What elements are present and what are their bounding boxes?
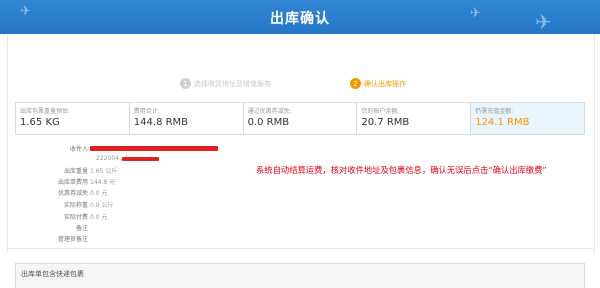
step-number: 2 [350,78,361,89]
detail-row-discount: 优惠券减免 0.0 元 [8,188,107,198]
summary-label: 仍需充值金额: [475,108,514,115]
settlement-notice: 系统自动结算运费，核对收件地址及包裹信息，确认无误后点击“确认出库缴费” [256,165,547,175]
detail-label: 管理员备注 [57,236,88,243]
detail-label: 实际付费 [63,214,88,221]
detail-row-actual-weight: 实际称重 0.0 公斤 [8,200,113,210]
summary-label: 通过优惠券减免: [247,108,292,115]
detail-value: 144.8 元 [90,179,116,186]
detail-label: 出库单费用 [57,179,88,186]
detail-row-recipient-line2: 222004 , 1 [8,155,128,165]
step-label: 确认出库操作 [364,79,406,88]
page-title: 出库确认 [270,11,330,27]
main-content: 1 选择收货地址及增值服务 2 确认出库操作 出库包裹重量预估: 1.65 KG… [7,34,595,288]
top-header: ✈ ✈ ✈ 出库确认 [0,0,600,34]
summary-value: 20.7 RMB [361,117,410,128]
detail-value: 0.0 公斤 [90,202,114,209]
package-section: 出库单包含快递包裹 [15,263,585,288]
detail-row-actual-pay: 实际付费 0.0 元 [8,212,107,222]
detail-row-recipient: 收件人 [8,144,88,154]
redacted-recipient-contact [122,157,159,161]
step-number: 1 [180,78,191,89]
summary-value: 144.8 RMB [133,117,189,128]
summary-coupon-discount: 通过优惠券减免: 0.0 RMB [244,103,358,134]
package-section-title: 出库单包含快递包裹 [21,270,84,278]
detail-row-admin-note: 管理员备注 [8,234,88,244]
summary-value: 124.1 RMB [475,117,530,128]
summary-total-fee: 费用合计: 144.8 RMB [130,103,244,134]
detail-label: 优惠券减免 [57,190,88,197]
detail-row-weight: 出库重量 1.65 公斤 [8,166,117,176]
redacted-recipient-name [90,146,218,151]
detail-label: 出库重量 [63,168,88,175]
detail-value: 1.65 公斤 [90,168,118,175]
summary-weight: 出库包裹重量预估: 1.65 KG [16,103,130,134]
summary-value: 0.0 RMB [247,117,290,128]
summary-label: 费用合计: [133,108,160,115]
detail-value: 0.0 元 [90,214,108,221]
step-label: 选择收货地址及增值服务 [194,79,271,88]
summary-label: 出库包裹重量预估: [20,108,71,115]
detail-label: 实际称重 [63,202,88,209]
summary-value: 1.65 KG [20,117,60,128]
cost-summary: 出库包裹重量预估: 1.65 KG 费用合计: 144.8 RMB 通过优惠券减… [15,102,585,135]
summary-label: 您的账户余额: [361,108,400,115]
detail-row-note: 备注 [8,223,88,233]
detail-row-fee: 出库单费用 144.8 元 [8,177,115,187]
detail-label: 收件人 [69,146,88,153]
section-divider [8,248,593,249]
detail-label: 备注 [75,225,88,232]
summary-balance: 您的账户余额: 20.7 RMB [357,103,472,134]
step-confirm-outbound: 2 确认出库操作 [350,78,406,89]
detail-value: 0.0 元 [90,190,108,197]
summary-recharge-needed: 仍需充值金额: 124.1 RMB [471,103,584,134]
step-select-address: 1 选择收货地址及增值服务 [180,78,271,89]
